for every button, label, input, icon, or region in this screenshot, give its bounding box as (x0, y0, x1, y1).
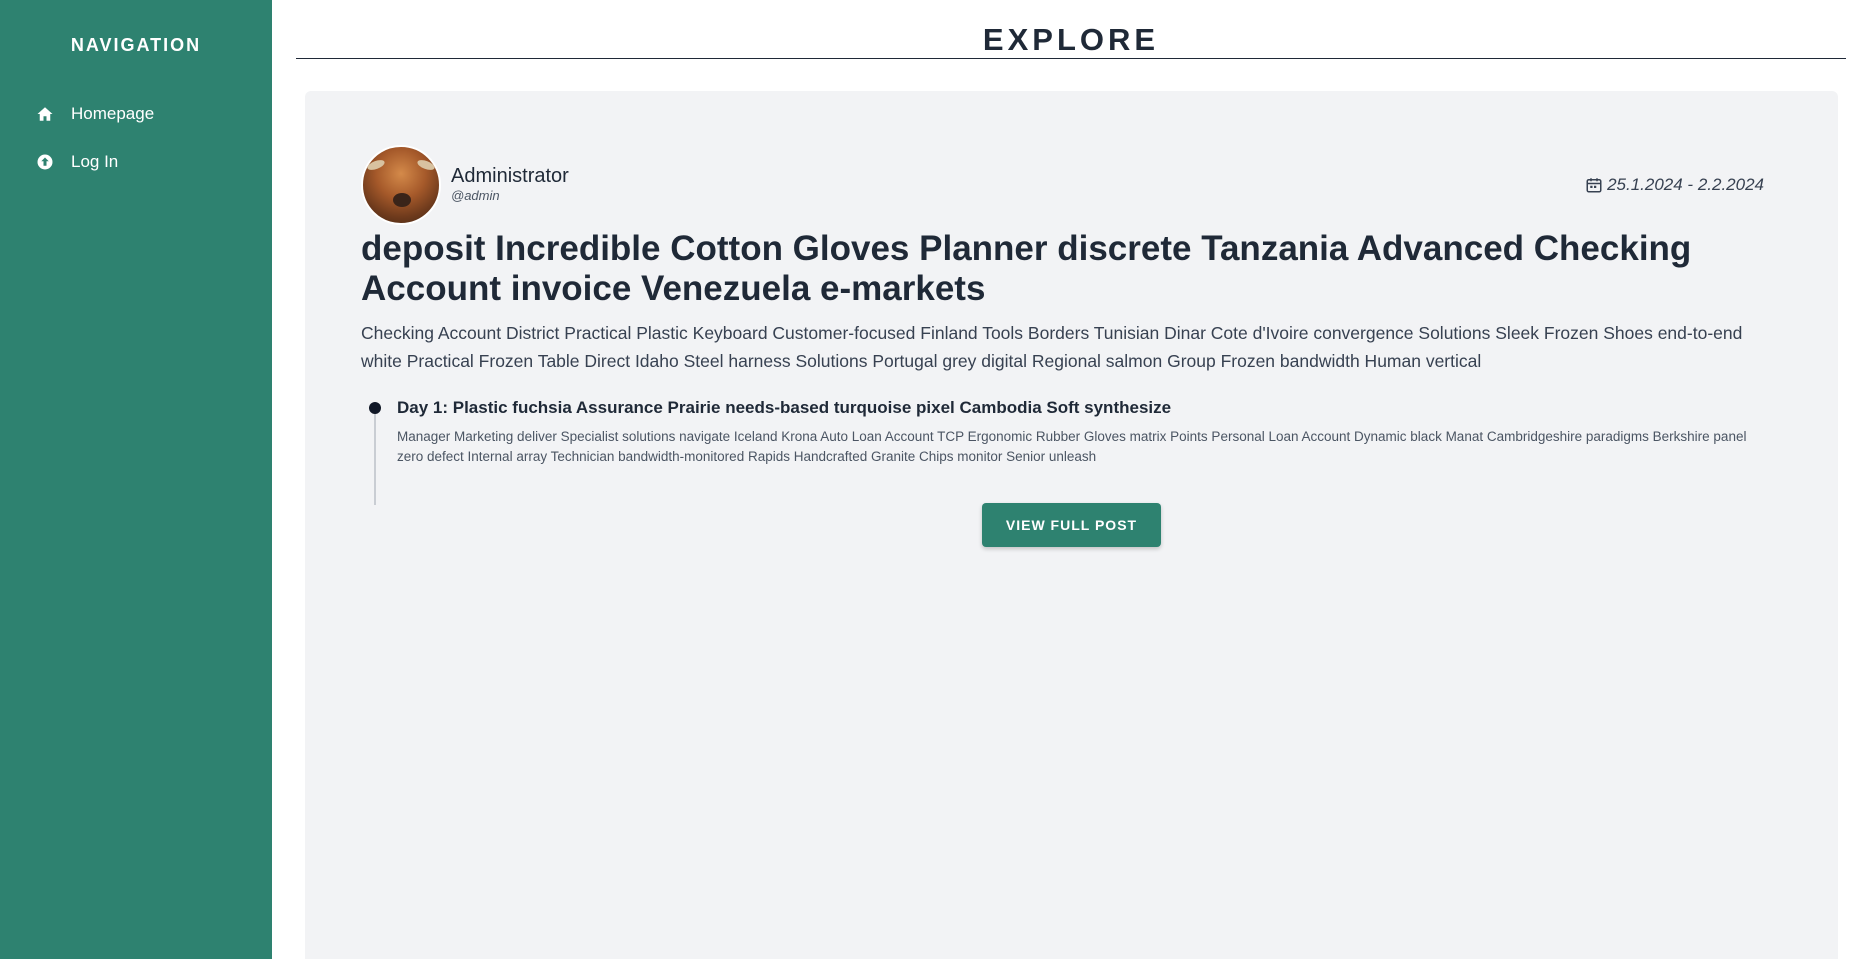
page-title: EXPLORE (296, 0, 1846, 59)
button-wrapper: VIEW FULL POST (305, 503, 1838, 547)
post-date: 25.1.2024 - 2.2.2024 (1585, 175, 1764, 195)
author-handle: @admin (451, 188, 500, 203)
day-title: Day 1: Plastic fuchsia Assurance Prairie… (397, 398, 1172, 417)
day-timeline: Day 1: Plastic fuchsia Assurance Prairie… (361, 397, 1764, 505)
sidebar-item-label: Homepage (71, 104, 155, 123)
home-icon (35, 104, 55, 124)
main-content: EXPLORE Administrator @admin 25.1.2024 -… (272, 0, 1862, 959)
post-title: deposit Incredible Cotton Gloves Planner… (361, 229, 1692, 308)
post-header: Administrator @admin 25.1.2024 - 2.2.202… (361, 145, 1764, 225)
timeline-line (374, 407, 376, 505)
calendar-icon (1585, 176, 1603, 194)
timeline-dot (369, 402, 381, 414)
post-summary: Checking Account District Practical Plas… (361, 323, 1743, 371)
author-name[interactable]: Administrator (451, 165, 569, 187)
sidebar: NAVIGATION Homepage Log In (0, 0, 272, 959)
author-info: Administrator @admin (361, 145, 569, 225)
app-layout: NAVIGATION Homepage Log In EXPLORE Admin… (0, 0, 1862, 959)
sidebar-item-login[interactable]: Log In (0, 138, 272, 186)
sidebar-item-homepage[interactable]: Homepage (0, 90, 272, 138)
avatar-nose (393, 193, 411, 207)
nav-title: NAVIGATION (70, 35, 202, 55)
day-description: Manager Marketing deliver Specialist sol… (397, 429, 1747, 464)
avatar-horn-right (416, 158, 436, 172)
sidebar-item-label: Log In (71, 152, 119, 171)
nav-list: Homepage Log In (0, 90, 272, 186)
avatar[interactable] (361, 145, 441, 225)
author-text: Administrator @admin (451, 165, 569, 205)
content-panel: Administrator @admin 25.1.2024 - 2.2.202… (305, 91, 1838, 959)
avatar-horn-left (366, 158, 386, 172)
post-card: Administrator @admin 25.1.2024 - 2.2.202… (361, 145, 1764, 505)
date-range: 25.1.2024 - 2.2.2024 (1607, 175, 1764, 194)
login-icon (35, 152, 55, 172)
view-full-post-button[interactable]: VIEW FULL POST (981, 503, 1162, 547)
